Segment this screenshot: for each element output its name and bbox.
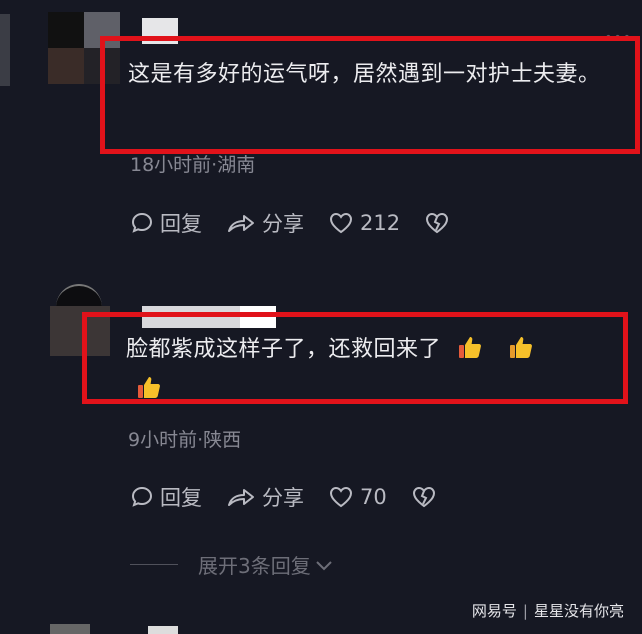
thumbs-up-icon (138, 377, 160, 398)
next-avatar-partial (50, 624, 90, 634)
expand-replies-button[interactable]: 展开3条回复 (130, 550, 335, 579)
comment-text: 脸都紫成这样子了，还救回来了 (126, 330, 616, 410)
share-icon (228, 215, 254, 232)
comment-meta: 18小时前·湖南 (130, 154, 256, 176)
share-icon (228, 489, 254, 506)
expand-replies-label: 展开3条回复 (198, 554, 311, 578)
chevron-down-icon (316, 560, 332, 570)
share-button[interactable]: 分享 (226, 482, 304, 512)
like-button[interactable]: 70 (328, 485, 387, 509)
thumbs-up-icon (510, 337, 532, 358)
comment-actions: 回复 分享 70 (130, 482, 467, 512)
next-username-partial (148, 626, 178, 634)
reply-button[interactable]: 回复 (130, 482, 202, 512)
comment-meta: 9小时前·陕西 (128, 429, 242, 451)
watermark: 网易号 | 星星没有你亮 (472, 600, 624, 621)
broken-heart-icon (412, 486, 435, 508)
divider-line (130, 564, 178, 565)
like-count: 70 (360, 485, 387, 509)
watermark-author: 星星没有你亮 (533, 602, 624, 620)
highlight-box (100, 36, 640, 154)
heart-icon (329, 212, 353, 234)
comment-icon (131, 212, 153, 233)
reply-label: 回复 (160, 212, 202, 236)
share-label: 分享 (262, 486, 304, 510)
watermark-brand: 网易号 (471, 602, 517, 620)
reply-label: 回复 (160, 486, 202, 510)
comment-actions: 回复 分享 212 (130, 208, 480, 238)
reply-button[interactable]: 回复 (130, 208, 202, 238)
dislike-button[interactable] (424, 211, 456, 235)
comment-text-body: 脸都紫成这样子了，还救回来了 (126, 337, 442, 362)
thumbs-up-icon (458, 337, 481, 358)
dislike-button[interactable] (411, 485, 443, 509)
heart-icon (329, 486, 353, 508)
like-button[interactable]: 212 (328, 211, 400, 235)
comment-icon (131, 486, 153, 507)
left-edge-bar (0, 14, 10, 86)
like-count: 212 (360, 211, 401, 235)
share-button[interactable]: 分享 (226, 208, 304, 238)
watermark-separator: | (522, 601, 528, 620)
comment-text: 这是有多好的运气呀，居然遇到一对护士夫妻。 (128, 62, 601, 87)
broken-heart-icon (426, 212, 449, 234)
share-label: 分享 (262, 212, 304, 236)
